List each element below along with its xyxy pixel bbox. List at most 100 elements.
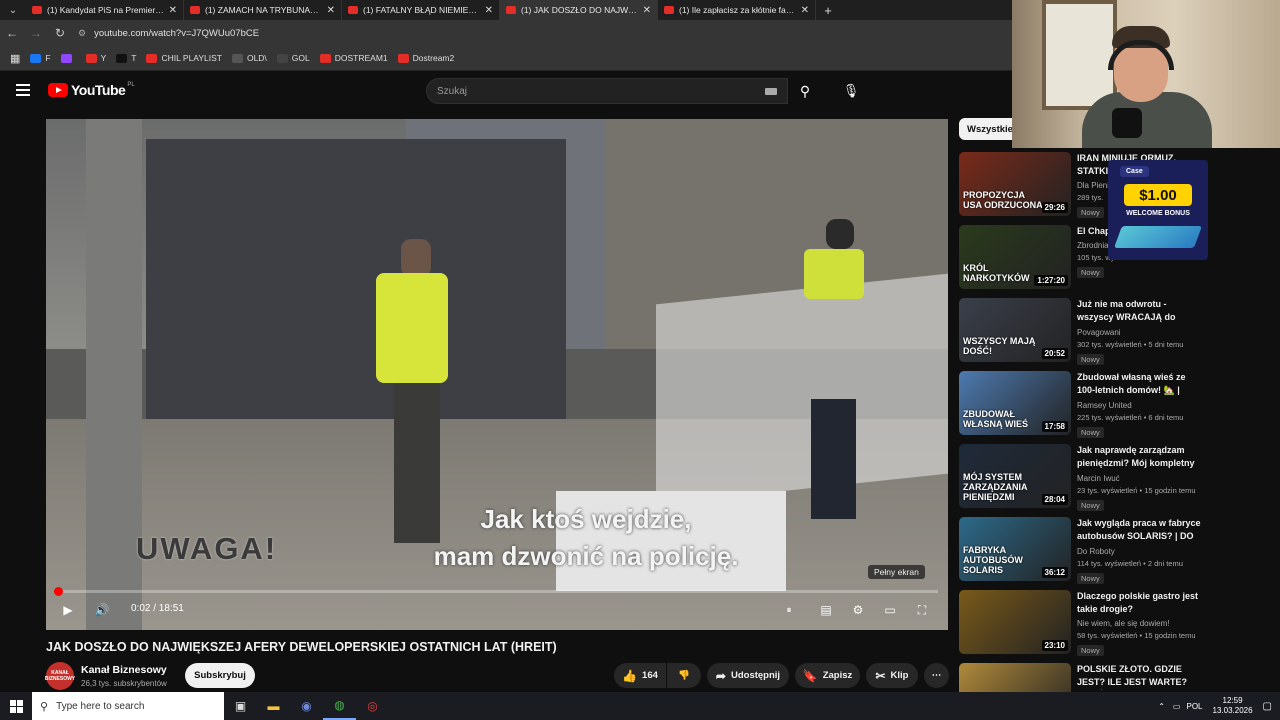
youtube-icon (319, 53, 331, 63)
new-tab-button[interactable]: + (816, 3, 840, 18)
bookmark-label: T (131, 53, 137, 63)
save-button[interactable]: 🔖 Zapisz (795, 663, 860, 688)
video-thumbnail[interactable]: WSZYSCY MAJĄ DOŚĆ! 20:52 (959, 298, 1071, 362)
video-thumbnail[interactable]: PROPOZYCJA USA ODRZUCONA 29:26 (959, 152, 1071, 216)
search-input[interactable]: Szukaj (426, 78, 788, 104)
file-explorer-icon[interactable]: ▬ (257, 692, 290, 720)
bookmark-item[interactable]: T (116, 53, 136, 63)
video-thumbnail[interactable] (959, 663, 1071, 692)
progress-handle[interactable] (53, 587, 63, 596)
video-thumbnail[interactable]: KRÓL NARKOTYKÓW 1:27:20 (959, 225, 1071, 289)
like-button[interactable]: 👍 164 (614, 663, 666, 688)
thumbs-down-icon: 👎 (678, 670, 690, 681)
reload-icon[interactable]: ↻ (48, 26, 72, 40)
video-thumbnail[interactable]: FABRYKA AUTOBUSÓW SOLARIS 36:12 (959, 517, 1071, 581)
tray-expand-icon[interactable]: ⌃ (1158, 702, 1165, 711)
clock[interactable]: 12:59 13.03.2026 (1213, 696, 1253, 716)
url-text[interactable]: youtube.com/watch?v=J7QWUu07bCE (94, 28, 259, 39)
menu-icon[interactable] (16, 84, 30, 96)
forward-icon[interactable]: → (24, 26, 48, 40)
task-view-icon[interactable]: ▣ (224, 692, 257, 720)
recommended-video[interactable]: MÓJ SYSTEM ZARZĄDZANIA PIENIĘDZMI 28:04 Ja… (958, 444, 1212, 511)
subtitles-icon[interactable]: ▤ (814, 597, 838, 623)
browser-tab[interactable]: (1) JAK DOSZŁO DO NAJWIĘKSZ ✕ (500, 0, 658, 20)
close-tab-icon[interactable]: ✕ (485, 5, 493, 16)
search-icon[interactable]: ⚲ (788, 78, 822, 104)
url-field[interactable]: ⚙ youtube.com/watch?v=J7QWUu07bCE (78, 28, 259, 39)
more-actions-button[interactable]: ⋯ (924, 663, 949, 688)
channel-name[interactable]: Kanał Biznesowy (81, 664, 167, 676)
recommended-video-title[interactable]: Zbudował własną wieś ze 100-letnich domó… (1077, 371, 1201, 398)
recommended-channel[interactable]: Marcin Iwuć (1077, 474, 1201, 483)
recommended-channel[interactable]: Nie wiem, ale się dowiem! (1077, 619, 1201, 628)
microphone-arm-icon (1112, 108, 1142, 138)
recommended-video[interactable]: WSZYSCY MAJĄ DOŚĆ! 20:52 Już nie ma odwrot… (958, 298, 1212, 365)
language-indicator[interactable]: POL (1186, 702, 1202, 711)
close-tab-icon[interactable]: ✕ (169, 5, 177, 16)
network-icon[interactable]: ▭ (1173, 702, 1181, 711)
like-count: 164 (642, 670, 658, 681)
apps-grid-icon[interactable]: ▦ (10, 52, 20, 65)
fullscreen-icon[interactable]: ⛶ (910, 597, 934, 623)
bookmark-item[interactable]: F (30, 53, 51, 63)
back-icon[interactable]: ← (0, 26, 24, 40)
bookmark-icon: 🔖 (802, 668, 818, 683)
dislike-button[interactable]: 👎 (667, 663, 701, 688)
site-info-icon[interactable]: ⚙ (78, 28, 86, 39)
video-thumbnail[interactable]: MÓJ SYSTEM ZARZĄDZANIA PIENIĘDZMI 28:04 (959, 444, 1071, 508)
recommended-video-title[interactable]: Już nie ma odwrotu - wszyscy WRACAJĄ do … (1077, 298, 1201, 325)
browser-tab[interactable]: (1) Kandydat PiS na Premiera, N ✕ (26, 0, 184, 20)
close-tab-icon[interactable]: ✕ (327, 5, 335, 16)
taskbar-search-input[interactable]: ⚲ Type here to search (32, 692, 224, 720)
browser-tab[interactable]: (1) FATALNY BŁĄD NIEMIEC I U ✕ (342, 0, 500, 20)
bookmark-item[interactable]: Dostream2 (397, 53, 454, 63)
tab-search-chevron-icon[interactable]: ⌄ (0, 0, 26, 20)
play-icon[interactable]: ▶ (56, 597, 80, 623)
windows-start-icon[interactable] (0, 692, 32, 720)
recommended-video[interactable]: 23:10 Dlaczego polskie gastro jest takie … (958, 590, 1212, 656)
notifications-icon[interactable]: ▢ (1263, 701, 1272, 712)
recommended-video[interactable]: POLSKIE ZŁOTO. GDZIE JEST? ILE JEST WART… (958, 663, 1212, 692)
share-button[interactable]: ➦ Udostępnij (707, 663, 789, 688)
recommended-channel[interactable]: Do Roboty (1077, 547, 1201, 556)
theater-mode-icon[interactable]: ▭ (878, 597, 902, 623)
chrome-icon[interactable]: ◍ (323, 692, 356, 720)
youtube-logo[interactable]: YouTube PL (48, 82, 135, 98)
volume-icon[interactable]: 🔊 (90, 597, 114, 623)
close-tab-icon[interactable]: ✕ (801, 5, 809, 16)
recommended-video[interactable]: FABRYKA AUTOBUSÓW SOLARIS 36:12 Jak wygląd… (958, 517, 1212, 584)
bookmark-label: DOSTREAM1 (334, 53, 388, 63)
video-duration: 17:58 (1041, 421, 1068, 432)
clock-date: 13.03.2026 (1212, 706, 1253, 715)
recommended-video-title[interactable]: Jak naprawdę zarządzam pieniędzmi? Mój k… (1077, 444, 1201, 471)
obs-icon[interactable]: ◎ (356, 692, 389, 720)
bookmark-item[interactable]: GOL (276, 53, 310, 63)
discord-icon[interactable]: ◉ (290, 692, 323, 720)
bookmark-item[interactable]: CHIL PLAYLIST (146, 53, 222, 63)
browser-tab[interactable]: (1) ZAMACH NA TRYBUNAŁ. Ko ✕ (184, 0, 342, 20)
bookmark-item[interactable]: Y (85, 53, 106, 63)
browser-tab[interactable]: (1) Ile zapłacisz za kłótnie fanat ✕ (658, 0, 816, 20)
video-thumbnail[interactable]: 23:10 (959, 590, 1071, 654)
bookmark-item[interactable] (60, 53, 76, 63)
clip-button[interactable]: ✂ Klip (866, 663, 918, 688)
microphone-icon[interactable]: 🎙 (838, 78, 864, 104)
channel-avatar[interactable]: KANAŁ BIZNESOWY (45, 662, 75, 690)
progress-bar[interactable] (53, 587, 938, 596)
keyboard-icon[interactable] (765, 88, 777, 95)
bookmark-item[interactable]: DOSTREAM1 (319, 53, 388, 63)
video-worker-right (786, 219, 866, 529)
subscribe-button[interactable]: Subskrybuj (185, 663, 255, 688)
video-player[interactable]: UWAGA! Jak ktoś wejdzie, mam dzwonić na … (46, 119, 948, 630)
close-tab-icon[interactable]: ✕ (643, 5, 651, 16)
recommended-channel[interactable]: Povagowani (1077, 328, 1201, 337)
recommended-video-title[interactable]: POLSKIE ZŁOTO. GDZIE JEST? ILE JEST WART… (1077, 663, 1201, 690)
autoplay-toggle-icon[interactable]: ⏸ (777, 597, 801, 623)
bookmark-item[interactable]: OLD\ (231, 53, 267, 63)
settings-gear-icon[interactable]: ⚙ (846, 597, 870, 623)
video-thumbnail[interactable]: ZBUDOWAŁ WŁASNĄ WIEŚ 17:58 (959, 371, 1071, 435)
recommended-video-title[interactable]: Dlaczego polskie gastro jest takie drogi… (1077, 590, 1201, 616)
recommended-channel[interactable]: Ramsey United (1077, 401, 1201, 410)
recommended-video-title[interactable]: Jak wygląda praca w fabryce autobusów SO… (1077, 517, 1201, 544)
recommended-video[interactable]: ZBUDOWAŁ WŁASNĄ WIEŚ 17:58 Zbudował własną… (958, 371, 1212, 438)
